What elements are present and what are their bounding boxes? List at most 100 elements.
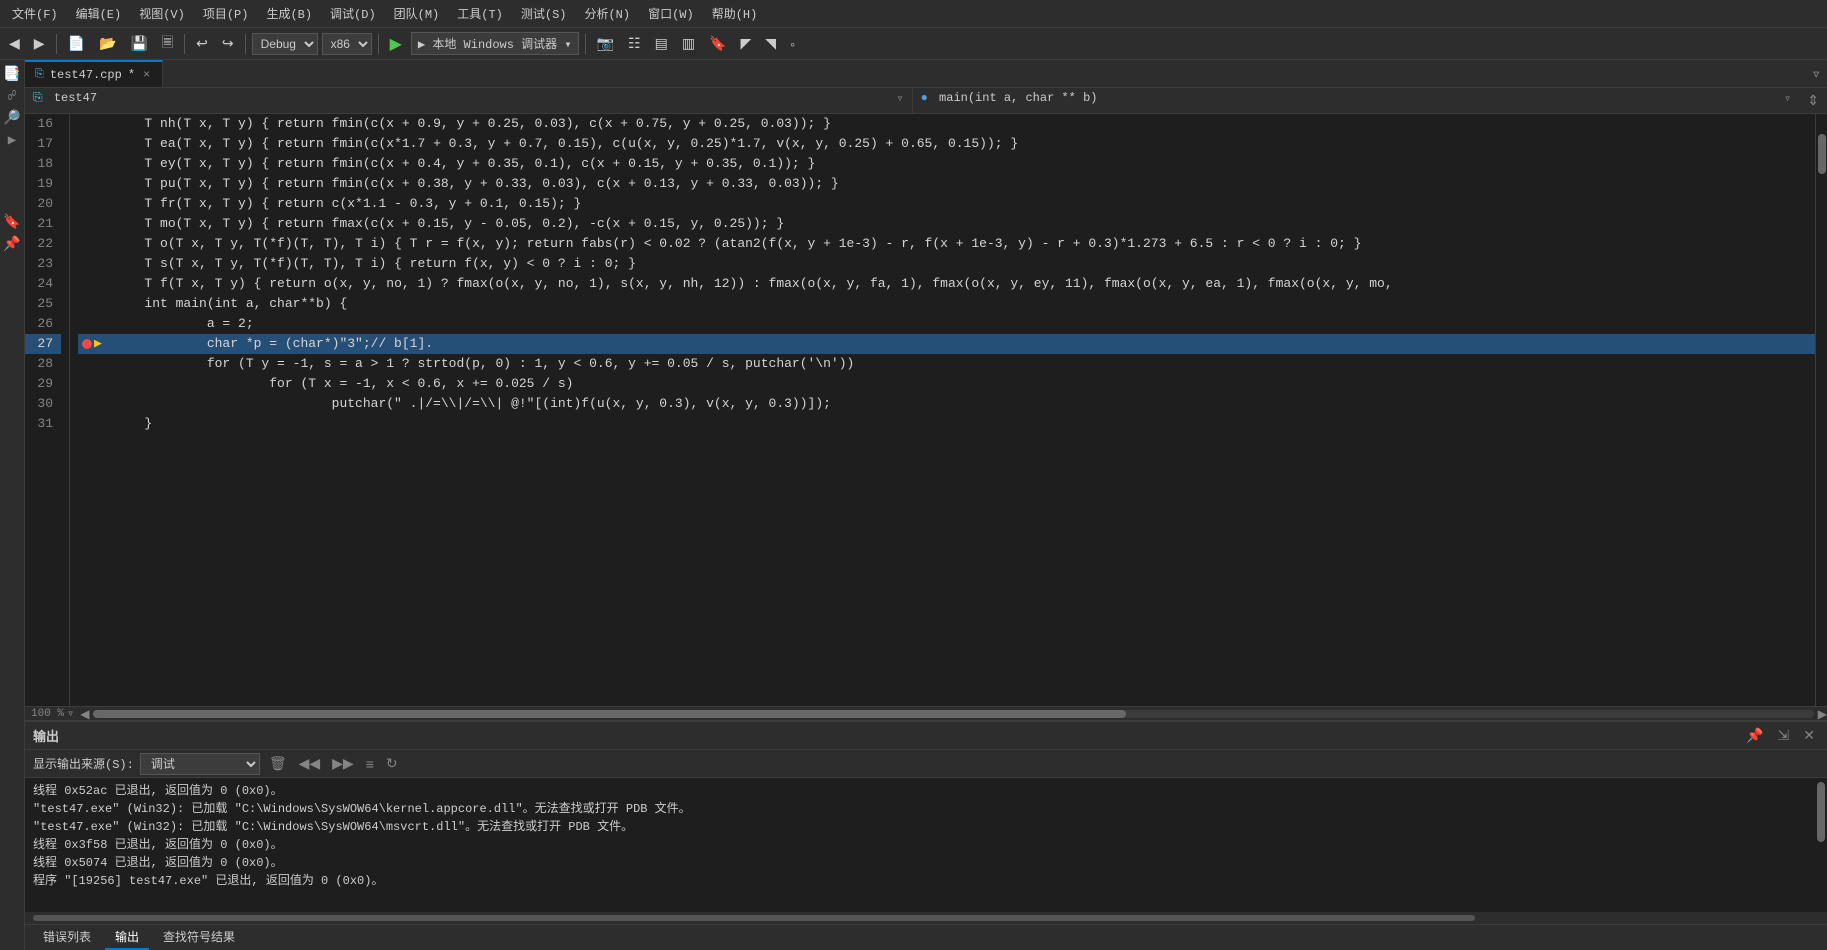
editor-right-scrollbar[interactable]	[1815, 114, 1827, 706]
code-line[interactable]: T nh(T x, T y) { return fmin(c(x + 0.9, …	[78, 114, 1815, 134]
redo-btn[interactable]: ↪	[217, 32, 239, 55]
tab-output[interactable]: 输出	[105, 925, 149, 950]
output-toolbar-btn2[interactable]: ▶▶	[329, 753, 357, 774]
code-line[interactable]: T pu(T x, T y) { return fmin(c(x + 0.38,…	[78, 174, 1815, 194]
output-right-scrollbar[interactable]	[1815, 778, 1827, 912]
open-btn[interactable]: 📂	[94, 32, 121, 55]
zoom-down-arrow[interactable]: ▿	[67, 706, 74, 721]
editor-header-actions: ⇕	[1799, 90, 1827, 111]
new-file-btn[interactable]: 📄	[63, 32, 90, 55]
output-clear-btn[interactable]: 🗑	[266, 753, 290, 774]
breakpoint-marker	[82, 339, 92, 349]
bottom-tabs: 错误列表 输出 查找符号结果	[25, 924, 1827, 950]
menu-analyze[interactable]: 分析(N)	[576, 2, 638, 25]
tab-find-symbols[interactable]: 查找符号结果	[153, 925, 245, 950]
line-number: 17	[25, 134, 61, 154]
code-line[interactable]: T mo(T x, T y) { return fmax(c(x + 0.15,…	[78, 214, 1815, 234]
sidebar-bookmark-icon[interactable]: 🔖	[2, 213, 22, 233]
output-pin-btn[interactable]: 📌	[1742, 725, 1767, 746]
content-area: ⎘ test47.cpp * × ▿ ⎘ test47 ▿ ● main(int…	[25, 60, 1827, 950]
scope-selector[interactable]: ⎘ test47 ▿	[25, 88, 913, 113]
output-v-scroll-thumb[interactable]	[1817, 782, 1825, 842]
menu-team[interactable]: 团队(M)	[386, 2, 448, 25]
output-toolbar-btn4[interactable]: ↻	[383, 753, 401, 774]
output-source-select[interactable]: 调试	[140, 753, 260, 775]
line-number: 24	[25, 274, 61, 294]
run-label[interactable]: ▶ 本地 Windows 调试器 ▾	[411, 32, 579, 55]
tab-error-list[interactable]: 错误列表	[33, 925, 101, 950]
save-btn[interactable]: 💾	[125, 32, 152, 55]
menu-edit[interactable]: 编辑(E)	[68, 2, 130, 25]
code-line[interactable]: putchar(" .|/=\\|/=\\| @!"[(int)f(u(x, y…	[78, 394, 1815, 414]
code-line[interactable]: }	[78, 414, 1815, 434]
editor-tab[interactable]: ⎘ test47.cpp * ×	[25, 60, 163, 87]
main-layout: 📑 ☍ 🔎 ▶ 🔖 📌 ⎘ test47.cpp * × ▿ ⎘ test47 …	[0, 60, 1827, 950]
menu-project[interactable]: 项目(P)	[195, 2, 257, 25]
output-toolbar-btn1[interactable]: ◀◀	[296, 753, 324, 774]
menu-help[interactable]: 帮助(H)	[704, 2, 766, 25]
code-line[interactable]: for (T y = -1, s = a > 1 ? strtod(p, 0) …	[78, 354, 1815, 374]
undo-btn[interactable]: ↩	[191, 32, 213, 55]
sep4	[378, 34, 379, 54]
code-line[interactable]: T ey(T x, T y) { return fmin(c(x + 0.4, …	[78, 154, 1815, 174]
menu-file[interactable]: 文件(F)	[4, 2, 66, 25]
code-line[interactable]: T o(T x, T y, T(*f)(T, T), T i) { T r = …	[78, 234, 1815, 254]
run-button[interactable]: ▶	[385, 32, 407, 56]
left-sidebar: 📑 ☍ 🔎 ▶ 🔖 📌	[0, 60, 25, 950]
toolbar-btn-a[interactable]: 📷	[592, 32, 619, 55]
sidebar-pin-icon[interactable]: 📌	[2, 235, 22, 255]
v-scroll-thumb[interactable]	[1818, 134, 1826, 174]
tab-close-btn[interactable]: ×	[141, 68, 152, 82]
menu-window[interactable]: 窗口(W)	[640, 2, 702, 25]
tab-scroll-right[interactable]: ▿	[1805, 60, 1827, 87]
sep3	[245, 34, 246, 54]
menu-view[interactable]: 视图(V)	[131, 2, 193, 25]
line-number: 23	[25, 254, 61, 274]
code-line[interactable]: T f(T x, T y) { return o(x, y, no, 1) ? …	[78, 274, 1815, 294]
code-lines[interactable]: T nh(T x, T y) { return fmin(c(x + 0.9, …	[70, 114, 1815, 706]
sidebar-run-icon[interactable]: ▶	[2, 131, 22, 151]
sidebar-git-icon[interactable]: ☍	[2, 87, 22, 107]
forward-btn[interactable]: ▶	[29, 32, 50, 55]
menu-tools[interactable]: 工具(T)	[449, 2, 511, 25]
toolbar-btn-d[interactable]: ▥	[677, 32, 700, 55]
toolbar-btn-f[interactable]: ◤	[736, 32, 757, 55]
code-line[interactable]: T fr(T x, T y) { return c(x*1.1 - 0.3, y…	[78, 194, 1815, 214]
output-toolbar-btn3[interactable]: ≡	[363, 754, 377, 774]
split-btn[interactable]: ⇕	[1805, 90, 1821, 111]
main-toolbar: ◀ ▶ 📄 📂 💾 🗏 ↩ ↪ Debug x86 ▶ ▶ 本地 Windows…	[0, 28, 1827, 60]
toolbar-btn-c[interactable]: ▤	[650, 32, 673, 55]
h-scroll-left-btn[interactable]: ◀	[80, 707, 89, 721]
output-panel-header: 输出 📌 ⇲ ✕	[25, 722, 1827, 750]
toolbar-btn-e[interactable]: 🔖	[704, 32, 731, 55]
line-number: 19	[25, 174, 61, 194]
menu-build[interactable]: 生成(B)	[258, 2, 320, 25]
h-scroll-right-btn[interactable]: ▶	[1818, 707, 1827, 721]
toolbar-btn-b[interactable]: ☷	[623, 32, 646, 55]
code-line[interactable]: T s(T x, T y, T(*f)(T, T), T i) { return…	[78, 254, 1815, 274]
output-toolbar: 显示输出来源(S): 调试 🗑 ◀◀ ▶▶ ≡ ↻	[25, 750, 1827, 778]
output-close-btn[interactable]: ✕	[1799, 725, 1819, 746]
code-line[interactable]: a = 2;	[78, 314, 1815, 334]
arch-select[interactable]: x86	[322, 33, 372, 55]
menu-debug[interactable]: 调试(D)	[322, 2, 384, 25]
menu-test[interactable]: 测试(S)	[513, 2, 575, 25]
code-line[interactable]: for (T x = -1, x < 0.6, x += 0.025 / s)	[78, 374, 1815, 394]
back-btn[interactable]: ◀	[4, 32, 25, 55]
code-line[interactable]: int main(int a, char**b) {	[78, 294, 1815, 314]
func-selector[interactable]: ● main(int a, char ** b) ▿	[913, 88, 1800, 113]
toolbar-btn-h[interactable]: ◦	[785, 33, 800, 55]
code-line[interactable]: ▶ char *p = (char*)"3";// b[1].	[78, 334, 1815, 354]
output-content[interactable]: 线程 0x52ac 已退出, 返回值为 0 (0x0)。"test47.exe"…	[25, 778, 1815, 912]
sep2	[184, 34, 185, 54]
debug-mode-select[interactable]: Debug	[252, 33, 318, 55]
output-float-btn[interactable]: ⇲	[1774, 725, 1794, 746]
toolbar-btn-g[interactable]: ◥	[760, 32, 781, 55]
line-number: 26	[25, 314, 61, 334]
sidebar-search-icon[interactable]: 🔎	[2, 109, 22, 129]
save-all-btn[interactable]: 🗏	[157, 29, 178, 59]
code-line[interactable]: T ea(T x, T y) { return fmin(c(x*1.7 + 0…	[78, 134, 1815, 154]
editor-area[interactable]: 16171819202122232425262728293031 T nh(T …	[25, 114, 1827, 706]
sidebar-solution-icon[interactable]: 📑	[2, 65, 22, 85]
h-scroll-track[interactable]	[93, 710, 1813, 718]
